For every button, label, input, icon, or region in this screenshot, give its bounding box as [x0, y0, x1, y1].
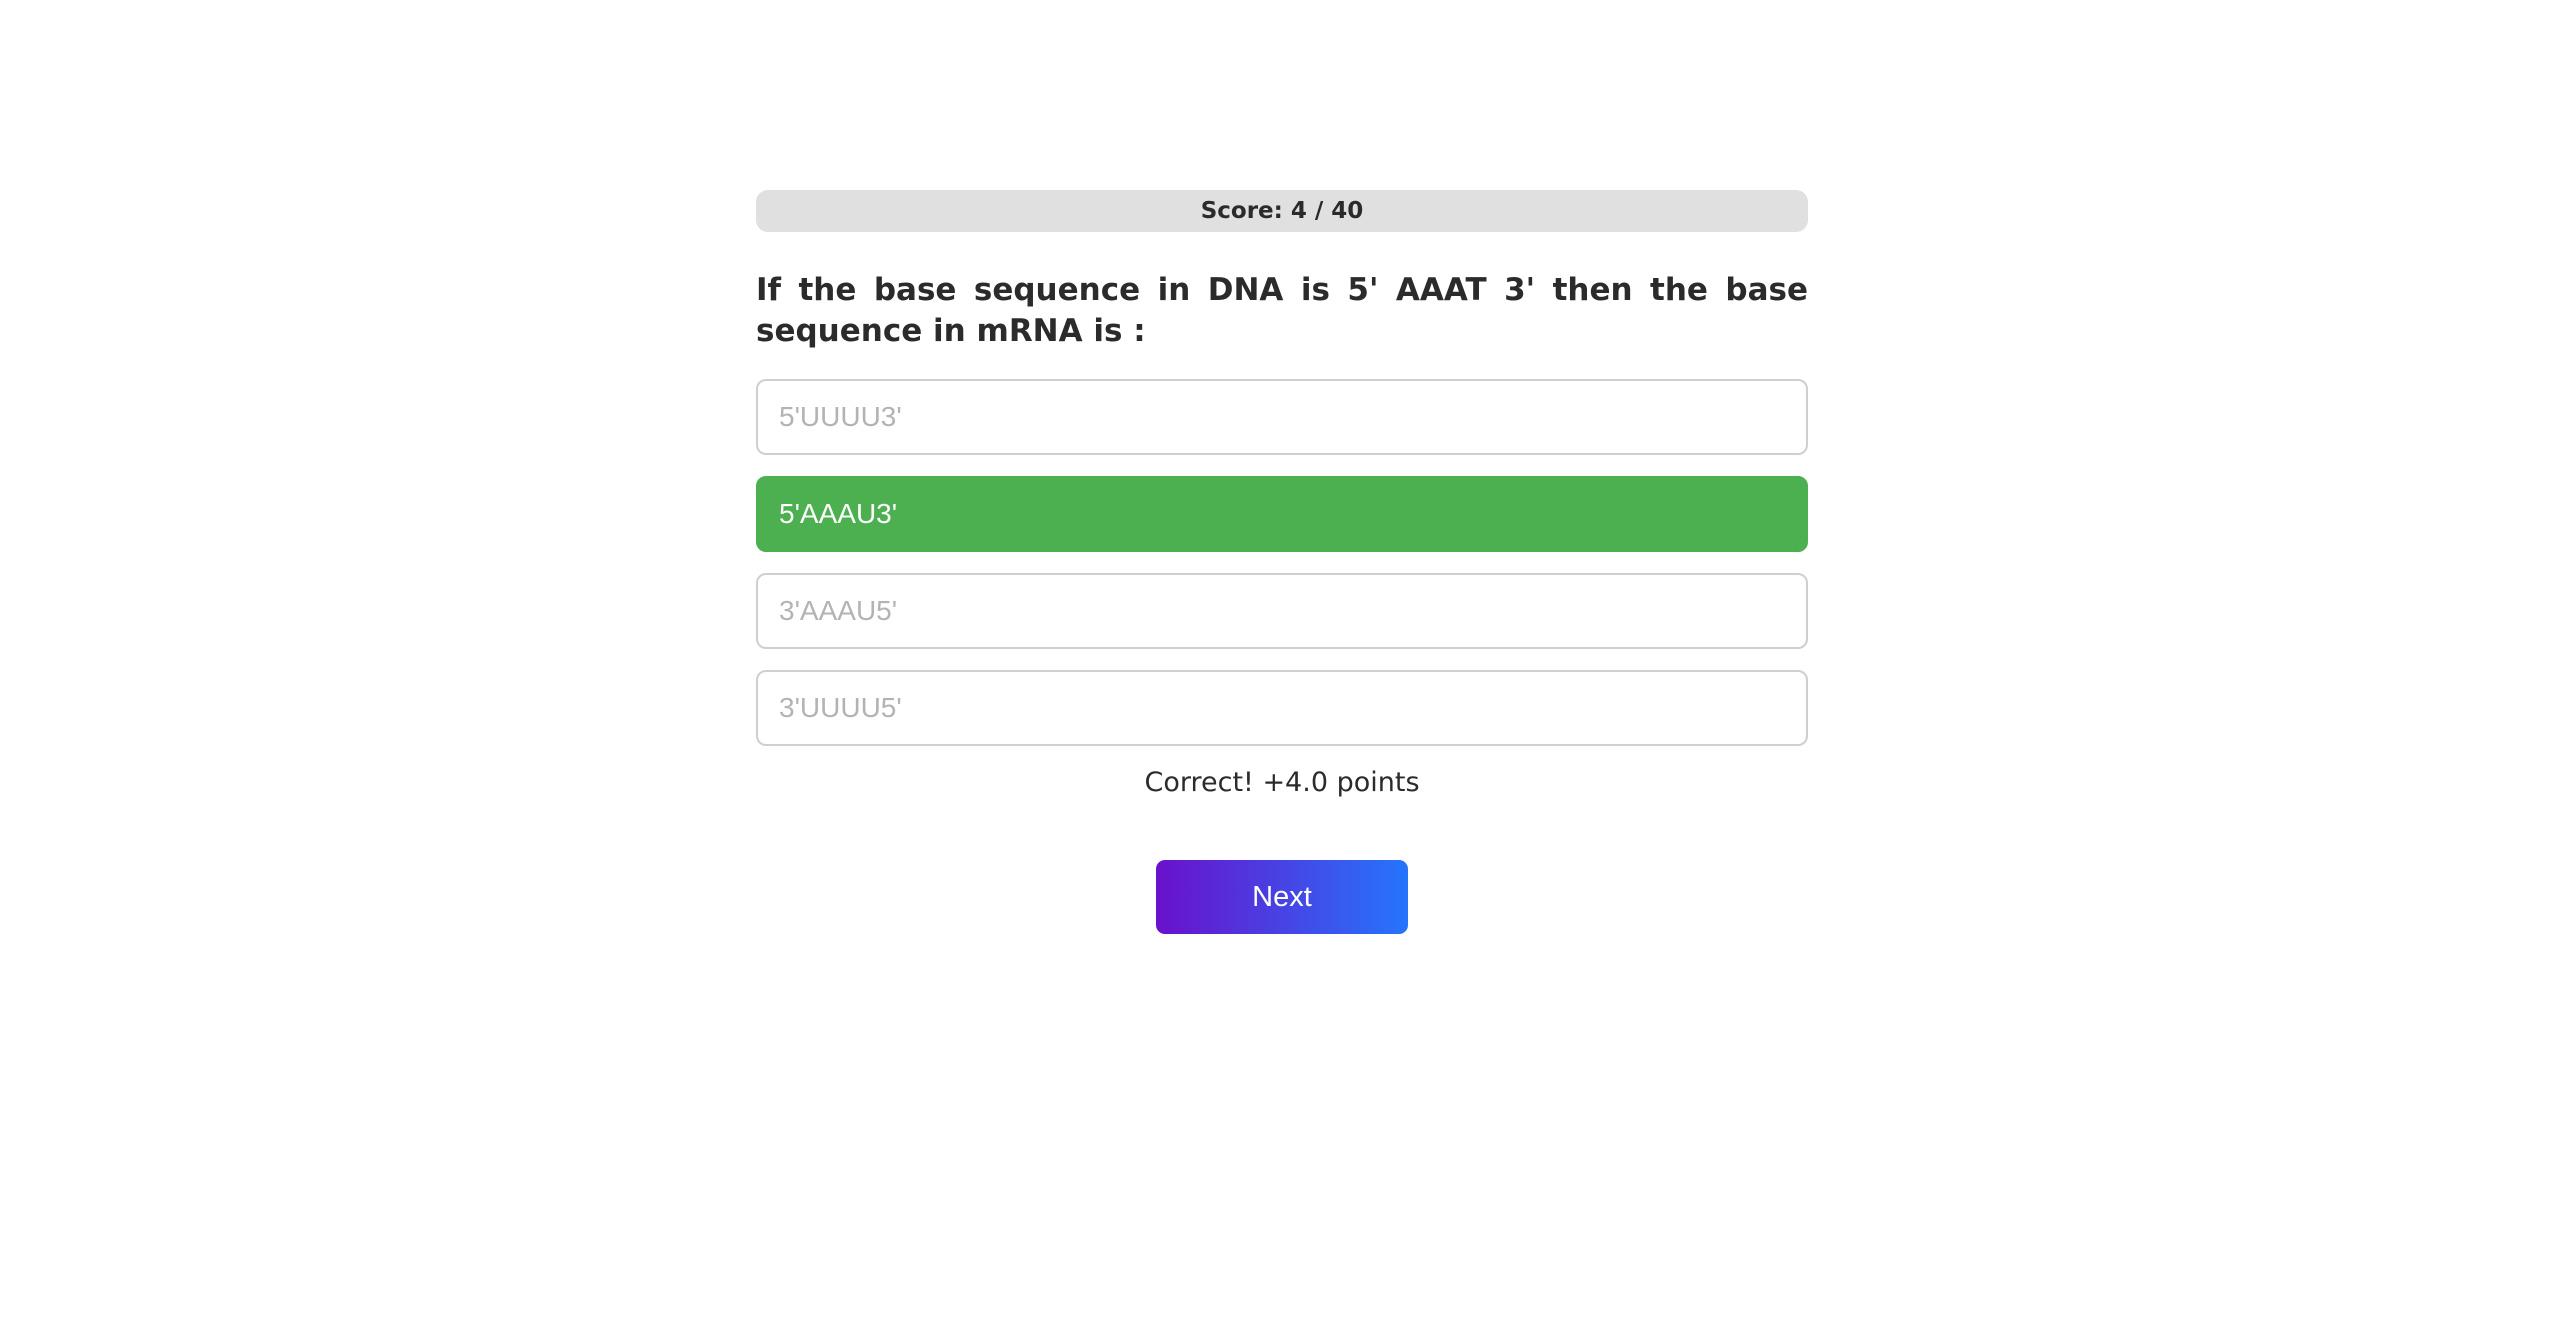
- next-button-wrapper: Next: [756, 860, 1808, 934]
- option-label: 5'AAAU3': [779, 498, 898, 529]
- feedback-message: Correct! +4.0 points: [1144, 767, 1420, 798]
- option-label: 5'UUUU3': [779, 401, 902, 432]
- quiz-container: Score: 4 / 40 If the base sequence in DN…: [756, 190, 1808, 934]
- option-label: 3'AAAU5': [779, 595, 898, 626]
- option-1[interactable]: 5'UUUU3': [756, 379, 1808, 455]
- option-4[interactable]: 3'UUUU5': [756, 670, 1808, 746]
- option-label: 3'UUUU5': [779, 692, 902, 723]
- question-text: If the base sequence in DNA is 5' AAAT 3…: [756, 272, 1808, 349]
- score-label: Score: 4 / 40: [1200, 198, 1364, 224]
- score-bar: Score: 4 / 40: [756, 190, 1808, 232]
- option-3[interactable]: 3'AAAU5': [756, 573, 1808, 649]
- next-button[interactable]: Next: [1156, 860, 1408, 934]
- option-2-correct[interactable]: 5'AAAU3': [756, 476, 1808, 552]
- options-list: 5'UUUU3' 5'AAAU3' 3'AAAU5' 3'UUUU5': [756, 379, 1808, 746]
